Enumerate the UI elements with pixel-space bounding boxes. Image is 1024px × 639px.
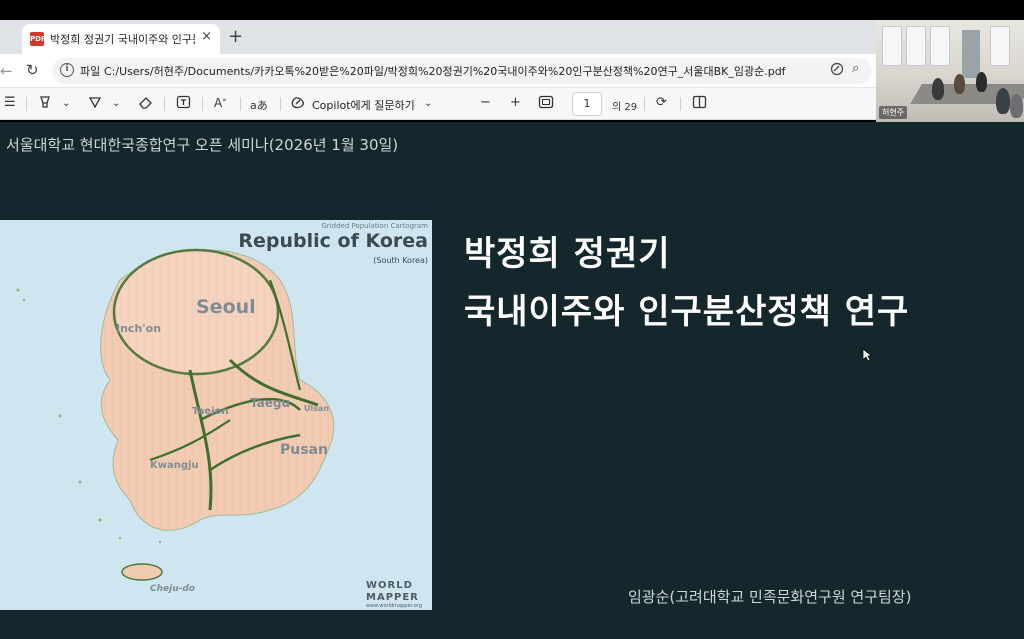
webcam-person [954,74,965,94]
page-total-label: 의 29 [612,102,638,113]
map-label-taejon: Taejon [192,406,229,417]
url-text[interactable]: C:/Users/허현주/Documents/카카오톡%20받은%20파일/박정… [104,63,844,79]
map-caption: Gridded Population Cartogram [321,222,428,230]
slide-subtitle: 서울대학교 현대한국종합연구 오픈 세미나(2026년 1월 30일) [6,136,399,154]
copilot-icon[interactable] [290,95,306,113]
map-label-taegu: Taegu [250,396,291,410]
webcam-window [930,26,950,66]
webcam-door [962,30,980,78]
toolbar-divider [680,97,681,111]
toolbar-divider [240,97,241,111]
url-field[interactable]: i 파일 C:/Users/허현주/Documents/카카오톡%20받은%20… [52,58,872,84]
copilot-dropdown-chevron-icon[interactable]: ⌄ [424,98,432,109]
draw-icon[interactable] [88,95,102,113]
webcam-participant-name: 허현주 [879,106,908,119]
ask-copilot-button[interactable]: Copilot에게 질문하기 [312,97,415,113]
page-view-icon[interactable] [692,95,707,113]
webcam-window [882,26,902,66]
tab-pdf-document[interactable]: PDF 박정희 정권기 국내이주와 인구분산 × [22,24,220,54]
webcam-person [1010,94,1023,118]
slide-title-line2: 국내이주와 인구분산정책 연구 [464,292,910,332]
reload-icon[interactable]: ↻ [26,61,39,79]
toolbar-divider [202,97,203,111]
pdf-slide-page: 서울대학교 현대한국종합연구 오픈 세미나(2026년 1월 30일) Grid… [0,122,1024,639]
highlight-dropdown-chevron-icon[interactable]: ⌄ [62,98,70,109]
zoom-in-icon[interactable]: + [510,95,521,110]
map-label-inchon: Inch'on [116,322,162,335]
tab-title: 박정희 정권기 국내이주와 인구분산 [50,33,195,46]
webcam-person [976,72,987,92]
copilot-url-icon[interactable] [830,62,844,79]
toolbar-divider [644,97,645,111]
webcam-person [996,88,1010,114]
worldmapper-logo-line2: MAPPER [366,592,419,603]
map-title: Republic of Korea [238,230,428,252]
tab-close-icon[interactable]: × [201,29,212,44]
zoom-icon[interactable]: ⌕ [852,61,859,76]
rotate-icon[interactable]: ⟳ [656,95,667,110]
read-aloud-icon[interactable]: A» [214,96,227,110]
map-subtitle: (South Korea) [373,256,428,265]
screen: ⌄ PDF 박정희 정권기 국내이주와 인구분산 × + ← ↻ i 파일 C:… [0,0,1024,639]
page-number-input[interactable]: 1 [572,92,602,116]
toolbar-divider [164,97,165,111]
fit-page-icon[interactable] [538,95,554,113]
map-label-cheju: Cheju-do [150,584,195,594]
translate-icon[interactable]: aあ [250,97,268,113]
zoom-out-icon[interactable]: − [480,95,491,110]
highlight-icon[interactable] [38,95,52,113]
text-box-icon[interactable] [176,95,191,113]
map-label-pusan: Pusan [280,442,328,458]
webcam-window [906,26,926,66]
worldmapper-logo-line1: WORLD [366,580,413,591]
slide-author: 임광순(고려대학교 민족문화연구원 연구팀장) [628,588,912,606]
new-tab-icon[interactable]: + [228,26,243,47]
pdf-file-icon: PDF [30,32,46,46]
eraser-icon[interactable] [138,95,153,113]
webcam-video-thumbnail[interactable]: 허현주 [876,20,1024,122]
map-label-kwangju: Kwangju [150,460,199,471]
pdf-toolbar: ☰ ⌄ ⌄ A» aあ Copilot에게 질문하기 ⌄ − + 1 의 29 … [0,88,876,120]
population-cartogram-map: Gridded Population Cartogram Republic of… [0,220,432,610]
webcam-window [990,26,1010,66]
contents-list-icon[interactable]: ☰ [4,95,16,110]
url-scheme-label: 파일 [80,65,101,78]
site-info-icon[interactable]: i [60,63,74,77]
mouse-cursor-icon [862,348,872,362]
toolbar-divider [280,97,281,111]
draw-dropdown-chevron-icon[interactable]: ⌄ [112,98,120,109]
address-bar-row: ← ↻ i 파일 C:/Users/허현주/Documents/카카오톡%20받… [0,54,876,88]
map-label-seoul: Seoul [196,296,256,318]
webcam-person [932,78,944,100]
slide-title-line1: 박정희 정권기 [464,234,671,274]
worldmapper-url: www.worldmapper.org [366,603,422,609]
back-arrow-icon[interactable]: ← [0,62,13,80]
top-black-bar [0,0,1024,20]
map-label-ulsan: Ulsan [304,404,330,413]
toolbar-divider [26,97,27,111]
